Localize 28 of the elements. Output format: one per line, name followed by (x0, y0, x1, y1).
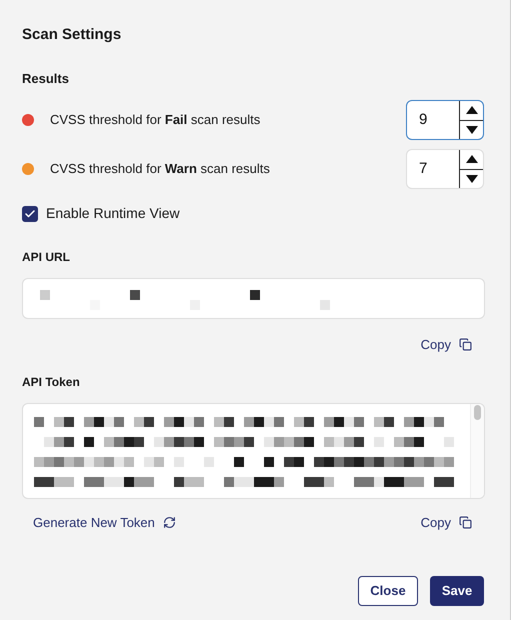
copy-link[interactable]: Copy (420, 512, 472, 532)
generate-token-link[interactable]: Generate New Token (33, 512, 176, 532)
token-text-area[interactable] (22, 402, 485, 498)
refresh-icon (162, 516, 176, 529)
copy-link[interactable]: Copy (420, 335, 472, 354)
triangle-down-icon (466, 174, 478, 183)
threshold-label: CVSS threshold for Warn scan results (50, 160, 271, 178)
scrollbar[interactable] (470, 404, 484, 498)
number-value: 9 (418, 110, 428, 130)
triangle-up-icon (466, 106, 478, 114)
save-button[interactable]: Save (430, 576, 484, 606)
url-field[interactable] (22, 278, 485, 319)
checkbox[interactable] (22, 206, 38, 222)
number-value: 7 (418, 158, 428, 179)
dialog-title: Scan Settings (22, 25, 122, 45)
field-label: API URL (22, 249, 71, 266)
field-label: API Token (22, 374, 81, 390)
close-button[interactable]: Close (358, 576, 418, 606)
triangle-down-icon (466, 126, 478, 134)
check-icon (24, 208, 36, 220)
number-stepper[interactable]: 9 (406, 100, 484, 140)
section-heading: Results (22, 70, 70, 88)
copy-icon (459, 516, 472, 529)
checkbox-label: Enable Runtime View (46, 204, 180, 223)
copy-icon (459, 338, 472, 352)
number-stepper[interactable]: 7 (406, 149, 484, 189)
threshold-label: CVSS threshold for Fail scan results (50, 111, 262, 130)
triangle-up-icon (466, 155, 478, 164)
